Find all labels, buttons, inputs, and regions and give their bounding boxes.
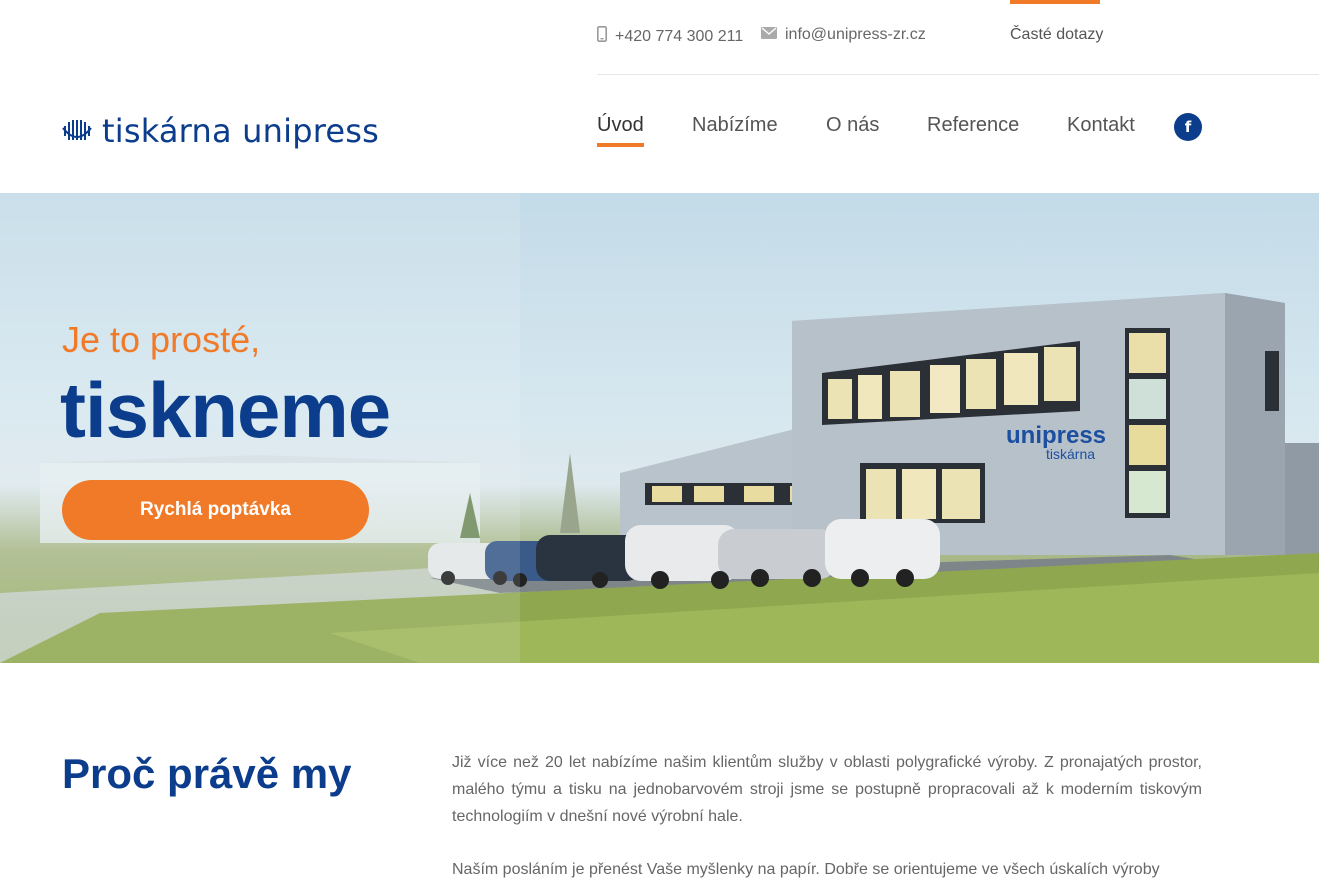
about-paragraph-1: Již více než 20 let nabízíme našim klien… [452,754,1202,825]
nav-item-nabizime[interactable]: Nabízíme [692,114,778,137]
about-paragraph-2: Naším posláním je přenést Vaše myšlenky … [452,861,1160,878]
phone-contact[interactable]: +420 774 300 211 [597,26,743,47]
facebook-icon[interactable]: f [1174,113,1202,141]
nav-item-uvod[interactable]: Úvod [597,114,644,147]
phone-icon [597,26,607,47]
nav-item-kontakt[interactable]: Kontakt [1067,114,1135,137]
hero-title: tiskneme [60,366,391,454]
phone-number: +420 774 300 211 [615,27,744,45]
logo-text: tiskárna unipress [102,112,379,150]
email-address: info@unipress-zr.cz [785,26,926,43]
quick-inquiry-button[interactable]: Rychlá poptávka [62,480,369,540]
hero-banner: unipress tiskárna Je to prosté, tiskneme… [0,193,1319,663]
nav-item-reference[interactable]: Reference [927,114,1019,137]
nav-item-o-nas[interactable]: O nás [826,114,879,137]
logo-mark-icon [62,116,92,147]
faq-link[interactable]: Časté dotazy [1010,26,1103,44]
faq-active-indicator [1010,0,1100,4]
building-sign: unipress [1006,422,1106,449]
envelope-icon [761,26,777,44]
building-sign-sub: tiskárna [1046,446,1095,462]
email-contact[interactable]: info@unipress-zr.cz [761,26,926,44]
hero-subtitle: Je to prosté, [62,319,261,360]
site-logo[interactable]: tiskárna unipress [62,112,379,150]
top-contact-bar: +420 774 300 211 info@unipress-zr.cz Čas… [597,0,1319,75]
section-heading: Proč právě my [62,750,352,797]
